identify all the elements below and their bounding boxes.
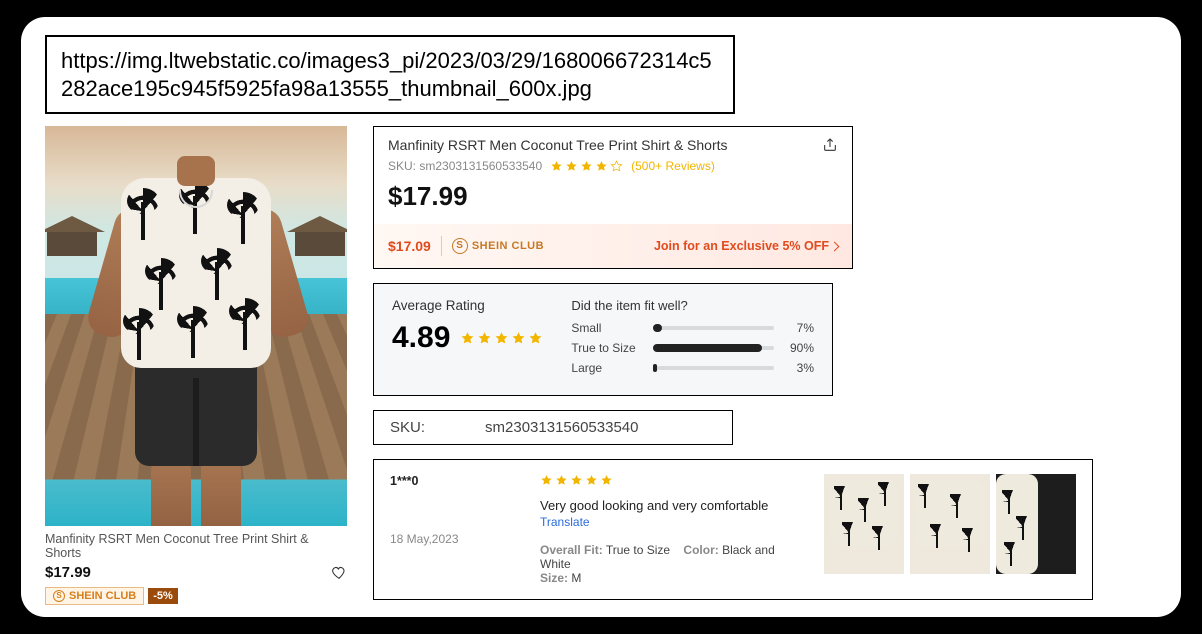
left-column: Manfinity RSRT Men Coconut Tree Print Sh… (45, 126, 347, 605)
avg-stars (460, 331, 543, 346)
shein-club-strip[interactable]: $17.09 SSHEIN CLUB Join for an Exclusive… (374, 224, 852, 268)
url-box: https://img.ltwebstatic.co/images3_pi/20… (45, 35, 735, 114)
average-rating-value: 4.89 (392, 321, 450, 355)
reviews-count[interactable]: (500+ Reviews) (631, 159, 715, 173)
product-info-panel: Manfinity RSRT Men Coconut Tree Print Sh… (373, 126, 853, 269)
content-row: Manfinity RSRT Men Coconut Tree Print Sh… (45, 126, 1157, 605)
review-thumb[interactable] (824, 474, 904, 574)
fit-row-small: Small 7% (571, 321, 814, 335)
club-ring-icon: S (53, 590, 65, 602)
club-price: $17.09 (388, 238, 431, 254)
translate-link[interactable]: Translate (540, 515, 794, 529)
average-rating-label: Average Rating (392, 298, 543, 313)
review-images (824, 474, 1076, 585)
review-stars (540, 474, 613, 487)
fit-row-true: True to Size 90% (571, 341, 814, 355)
rating-panel: Average Rating 4.89 Did the item fit (373, 283, 833, 396)
review-thumb[interactable] (996, 474, 1076, 574)
product-title: Manfinity RSRT Men Coconut Tree Print Sh… (388, 137, 728, 153)
review-text: Very good looking and very comfortable (540, 498, 794, 513)
share-icon[interactable] (822, 137, 838, 153)
review-date: 18 May,2023 (390, 532, 510, 546)
main-price: $17.99 (388, 181, 838, 212)
product-price: $17.99 (45, 564, 91, 581)
sku-value: sm2303131560533540 (485, 419, 638, 436)
sku-label: SKU: (390, 419, 425, 436)
review-username: 1***0 (390, 474, 510, 488)
product-title-caption: Manfinity RSRT Men Coconut Tree Print Sh… (45, 532, 347, 560)
product-image[interactable] (45, 126, 347, 526)
club-cta[interactable]: Join for an Exclusive 5% OFF (654, 239, 838, 253)
chevron-right-icon (830, 241, 840, 251)
shein-club-badge: S SHEIN CLUB (45, 587, 144, 605)
rating-stars (550, 160, 623, 173)
discount-badge: -5% (148, 588, 178, 604)
fit-question: Did the item fit well? (571, 298, 814, 313)
right-column: Manfinity RSRT Men Coconut Tree Print Sh… (373, 126, 1157, 605)
review-thumb[interactable] (910, 474, 990, 574)
shein-club-logo: SSHEIN CLUB (452, 238, 544, 254)
sku-panel: SKU: sm2303131560533540 (373, 410, 733, 445)
review-panel: 1***0 18 May,2023 Very good looking and … (373, 459, 1093, 600)
fit-row-large: Large 3% (571, 361, 814, 375)
wishlist-heart-icon[interactable] (331, 565, 347, 581)
page-card: https://img.ltwebstatic.co/images3_pi/20… (21, 17, 1181, 617)
